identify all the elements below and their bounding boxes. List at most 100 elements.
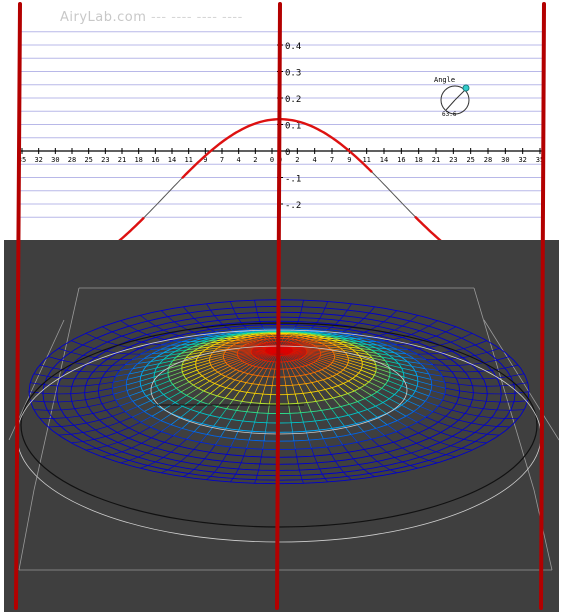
mesh-spoke: [410, 466, 418, 469]
mesh-spoke: [233, 308, 236, 314]
mesh-spoke: [126, 381, 140, 385]
mesh-spoke: [187, 449, 194, 455]
mesh-spoke: [364, 432, 372, 440]
mesh-spoke: [272, 377, 273, 386]
mesh-spoke: [99, 416, 112, 420]
mesh-spoke: [320, 357, 334, 361]
mesh-spoke: [335, 461, 339, 467]
mesh-spoke: [343, 445, 348, 452]
mesh-spoke: [210, 472, 214, 476]
mesh-spoke: [164, 436, 173, 443]
mesh-spoke: [210, 386, 220, 394]
mesh-spoke: [462, 448, 473, 450]
mesh-spoke: [322, 410, 327, 419]
mesh-spoke: [53, 418, 66, 419]
mesh-spoke: [429, 396, 443, 400]
mesh-spoke: [464, 439, 476, 441]
mesh-spoke: [418, 381, 432, 385]
mesh-spoke: [280, 342, 281, 346]
mesh-spoke: [220, 409, 227, 418]
mesh-spoke: [146, 390, 159, 396]
mesh-spoke: [359, 318, 364, 323]
mesh-spoke: [440, 442, 451, 445]
mesh-spoke: [231, 410, 236, 419]
mesh-spoke: [415, 371, 429, 374]
mesh-spoke: [102, 455, 112, 457]
y-tick-label: 0.2: [285, 95, 301, 105]
mesh-spoke: [344, 472, 348, 476]
mesh-spoke: [248, 340, 256, 341]
mesh-spoke: [325, 368, 337, 374]
mesh-spoke: [219, 461, 223, 467]
mesh-spoke: [459, 364, 472, 365]
mesh-spoke: [307, 402, 311, 411]
mesh-spoke: [226, 334, 231, 335]
mesh-spoke: [191, 413, 200, 421]
x-tick-label: 23: [101, 156, 109, 164]
mesh-spoke: [117, 353, 129, 354]
mesh-spoke: [325, 390, 333, 398]
x-tick-label: 35: [536, 156, 544, 164]
mesh-spoke: [284, 339, 287, 342]
mesh-spoke: [58, 401, 72, 402]
mesh-spoke: [108, 422, 120, 426]
mesh-spoke: [260, 457, 261, 464]
mesh-spoke: [311, 364, 322, 370]
mesh-spoke: [284, 377, 285, 386]
mesh-spoke: [429, 321, 438, 326]
mesh-spoke: [102, 400, 116, 404]
mesh-spoke: [295, 394, 298, 403]
mesh-spoke: [473, 386, 487, 387]
x-tick-label: 9: [347, 156, 351, 164]
mesh-spoke: [429, 428, 441, 433]
mesh-spoke: [34, 410, 48, 411]
mesh-spoke: [426, 448, 436, 452]
mesh-spoke: [199, 323, 204, 327]
mesh-spoke: [335, 320, 339, 324]
mesh-spoke: [246, 338, 253, 339]
mesh-spoke: [305, 366, 314, 373]
mesh-spoke: [295, 336, 299, 337]
mesh-spoke: [247, 384, 252, 393]
mesh-spoke: [429, 353, 441, 354]
mesh-spoke: [374, 375, 388, 380]
mesh-spoke: [227, 400, 234, 409]
mesh-spoke: [311, 392, 316, 401]
mesh-spoke: [402, 462, 410, 466]
3d-surface-view[interactable]: [4, 240, 559, 612]
mesh-spoke: [265, 423, 266, 432]
mesh-spoke: [300, 376, 305, 384]
mesh-spoke: [256, 475, 257, 479]
mesh-spoke: [465, 414, 478, 417]
mesh-spoke: [156, 337, 165, 339]
mesh-spoke: [181, 326, 188, 329]
wavefront-mesh[interactable]: [4, 240, 559, 612]
mesh-spoke: [106, 406, 119, 410]
mesh-spoke: [358, 402, 368, 410]
mesh-spoke: [107, 342, 118, 345]
mesh-spoke: [194, 465, 199, 470]
mesh-spoke: [348, 394, 358, 402]
angle-knob[interactable]: [463, 85, 469, 91]
mesh-spoke: [205, 452, 210, 459]
mesh-spoke: [349, 404, 358, 412]
mesh-spoke: [299, 385, 303, 394]
mesh-spoke: [459, 384, 473, 385]
mesh-spoke: [411, 453, 420, 457]
mesh-spoke: [206, 476, 210, 479]
mesh-spoke: [120, 460, 129, 462]
mesh-spoke: [127, 386, 141, 390]
mesh-spoke: [168, 317, 175, 322]
mesh-spoke: [263, 337, 267, 339]
mesh-spoke: [464, 345, 476, 349]
mesh-spoke: [388, 381, 402, 386]
mesh-spoke: [315, 421, 319, 430]
mesh-spoke: [246, 440, 249, 448]
mesh-spoke: [252, 337, 257, 338]
mesh-spoke: [61, 425, 74, 426]
mesh-spoke: [246, 375, 253, 383]
mesh-spoke: [377, 417, 387, 424]
mesh-spoke: [343, 329, 348, 331]
mesh-spoke: [431, 379, 445, 382]
mesh-spoke: [75, 407, 89, 409]
